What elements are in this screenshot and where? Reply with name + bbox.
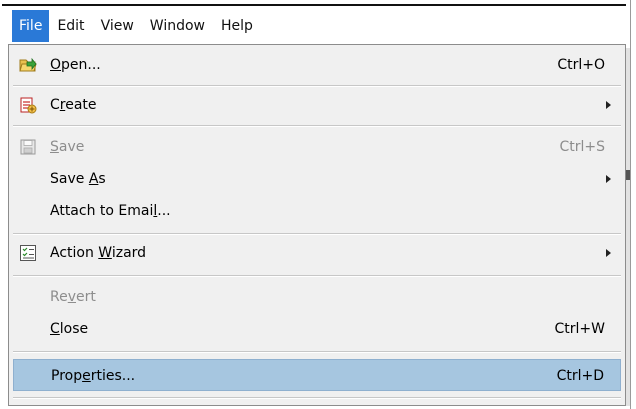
menu-item-properties[interactable]: Properties... Ctrl+D bbox=[13, 359, 621, 391]
menu-file[interactable]: File bbox=[12, 10, 50, 42]
scrollbar-thumb[interactable] bbox=[626, 170, 630, 180]
shortcut-open: Ctrl+O bbox=[557, 57, 605, 73]
menu-help[interactable]: Help bbox=[213, 10, 261, 42]
menu-item-close[interactable]: Close Ctrl+W bbox=[13, 313, 621, 345]
menu-edit[interactable]: Edit bbox=[49, 10, 92, 42]
chevron-right-icon bbox=[606, 101, 611, 109]
menu-item-save[interactable]: Save Ctrl+S bbox=[13, 131, 621, 163]
menu-separator bbox=[13, 233, 621, 235]
menu-view[interactable]: View bbox=[93, 10, 142, 42]
menu-item-action-wizard[interactable]: Action Wizard bbox=[13, 237, 621, 269]
menu-item-revert[interactable]: Revert bbox=[13, 281, 621, 313]
scrollbar[interactable] bbox=[626, 48, 630, 406]
menu-item-save-as[interactable]: Save As bbox=[13, 163, 621, 195]
menu-item-open[interactable]: Open... Ctrl+O bbox=[13, 49, 621, 81]
shortcut-save: Ctrl+S bbox=[559, 139, 605, 155]
checklist-icon bbox=[19, 244, 37, 262]
create-pdf-icon bbox=[19, 96, 37, 114]
save-disk-icon bbox=[19, 138, 37, 156]
window-edge bbox=[630, 0, 636, 409]
menu-separator bbox=[13, 85, 621, 87]
menu-item-create[interactable]: Create bbox=[13, 89, 621, 121]
menu-item-attach-to-email[interactable]: Attach to Email... bbox=[13, 195, 621, 227]
file-dropdown-menu: Open... Ctrl+O Create Save Ctrl+S Save A… bbox=[8, 44, 626, 406]
menu-bar: File Edit View Window Help bbox=[2, 4, 626, 46]
menu-separator bbox=[13, 351, 621, 353]
chevron-right-icon bbox=[606, 249, 611, 257]
chevron-right-icon bbox=[606, 175, 611, 183]
menu-separator bbox=[13, 125, 621, 127]
menu-window[interactable]: Window bbox=[142, 10, 213, 42]
folder-open-icon bbox=[19, 56, 37, 74]
shortcut-close: Ctrl+W bbox=[554, 321, 605, 337]
menu-separator bbox=[13, 275, 621, 277]
shortcut-properties: Ctrl+D bbox=[556, 368, 604, 384]
menu-separator bbox=[13, 397, 621, 399]
